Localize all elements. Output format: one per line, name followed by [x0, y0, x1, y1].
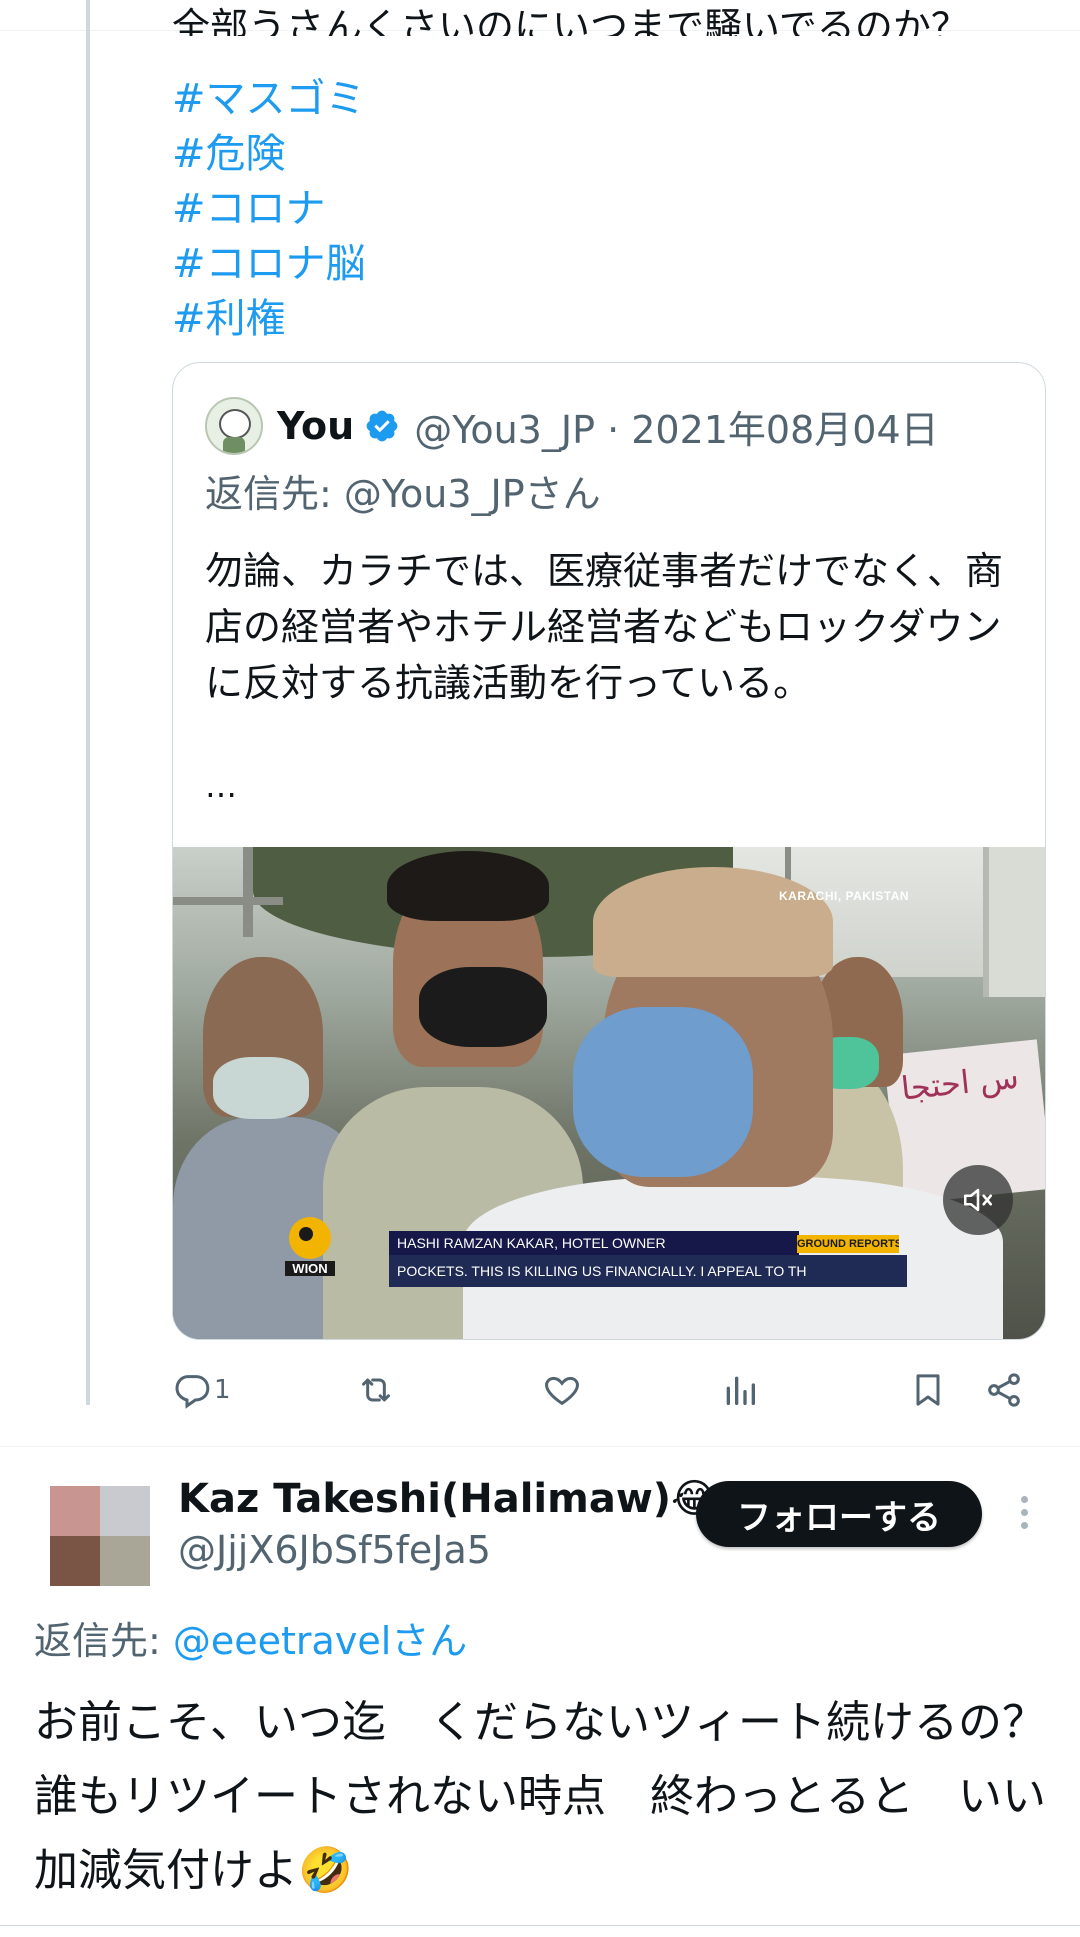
quoted-author-name[interactable]: You: [277, 404, 354, 448]
face-mask: [419, 967, 547, 1047]
person-hair: [387, 851, 549, 921]
analytics-icon: [726, 1376, 755, 1405]
video-player[interactable]: س احتجا KARACHI, PAKISTAN WION HASHI RAM…: [173, 847, 1045, 1339]
more-options-icon[interactable]: [1018, 1496, 1030, 1536]
reply-to-prefix: 返信先:: [34, 1619, 173, 1663]
reply-icon: [175, 1375, 210, 1409]
retweet-button[interactable]: [356, 1362, 396, 1418]
channel-logo: WION: [285, 1217, 335, 1279]
video-building: [983, 847, 1045, 997]
avatar-tile: [100, 1486, 150, 1536]
verified-badge-icon: [364, 408, 400, 444]
like-button[interactable]: [542, 1362, 582, 1418]
reply-author-handle[interactable]: @JjjX6JbSf5feJa5: [178, 1528, 491, 1572]
lower-third-quote: POCKETS. THIS IS KILLING US FINANCIALLY.…: [389, 1255, 907, 1287]
heart-icon: [545, 1376, 579, 1406]
reply-button[interactable]: 1: [172, 1362, 231, 1418]
video-pole: [243, 847, 253, 937]
avatar[interactable]: [50, 1486, 150, 1586]
hashtag-link[interactable]: #利権: [172, 292, 366, 347]
retweet-icon: [362, 1378, 390, 1402]
logo-circle-icon: [289, 1217, 331, 1259]
share-icon: [988, 1373, 1020, 1407]
quoted-more-ellipsis: …: [205, 767, 237, 805]
hashtag-list: #マスゴミ #危険 #コロナ #コロナ脳 #利権: [172, 72, 366, 347]
quoted-tweet-card[interactable]: You @You3_JP · 2021年08月04日 返信先: @You3_JP…: [172, 362, 1046, 1340]
follow-button[interactable]: フォローする: [696, 1481, 982, 1547]
reply-tweet-body: お前こそ、いつ迄 くだらないツィート続けるの？誰もリツイートされない時点 終わっ…: [34, 1697, 1046, 1896]
avatar[interactable]: [205, 397, 263, 455]
video-location-label: KARACHI, PAKISTAN: [779, 889, 910, 903]
mute-button[interactable]: [943, 1165, 1013, 1235]
face-mask: [213, 1057, 309, 1119]
quoted-tweet-header: You @You3_JP · 2021年08月04日: [205, 397, 939, 455]
reply-count: 1: [214, 1375, 231, 1405]
thread-line: [86, 0, 90, 1405]
quoted-reply-to: 返信先: @You3_JPさん: [205, 472, 601, 516]
banner-text: س احتجا: [899, 1057, 1021, 1108]
tweet-divider: [0, 1446, 1080, 1447]
reply-author-name[interactable]: Kaz Takeshi(Halimaw)😂: [178, 1476, 718, 1522]
avatar-tile: [100, 1536, 150, 1586]
hashtag-link[interactable]: #コロナ: [172, 182, 366, 237]
avatar-tile: [50, 1486, 100, 1536]
logo-text: WION: [285, 1261, 335, 1276]
lower-third-tag: GROUND REPORTS: [797, 1235, 899, 1253]
bookmark-icon: [916, 1374, 940, 1406]
quoted-handle-date: @You3_JP · 2021年08月04日: [414, 407, 939, 452]
tweet-text-fragment: 全部うさんくさいのにいつまで騒いでるのか？: [172, 5, 969, 36]
face-mask: [573, 1007, 753, 1177]
reply-to-line: 返信先: @eeetravelさん: [34, 1610, 467, 1665]
lower-third-name: HASHI RAMZAN KAKAR, HOTEL OWNER: [389, 1231, 799, 1255]
tweet-action-bar: 1: [172, 1362, 1032, 1418]
video-pole: [173, 897, 283, 905]
quoted-tweet-body: 勿論、カラチでは、医療従事者だけでなく、商店の経営者やホテル経営者などもロックダ…: [205, 549, 1004, 705]
hashtag-link[interactable]: #コロナ脳: [172, 237, 366, 292]
person-cap: [593, 867, 833, 977]
hashtag-link[interactable]: #マスゴミ: [172, 72, 366, 127]
bottom-divider: [0, 1925, 1080, 1926]
bookmark-button[interactable]: [908, 1362, 948, 1418]
speaker-muted-icon: [963, 1188, 993, 1212]
views-button[interactable]: [720, 1362, 760, 1418]
hashtag-link[interactable]: #危険: [172, 127, 366, 182]
avatar-tile: [50, 1536, 100, 1586]
lower-third: HASHI RAMZAN KAKAR, HOTEL OWNER GROUND R…: [389, 1231, 907, 1293]
share-button[interactable]: [984, 1362, 1024, 1418]
reply-to-mention[interactable]: @eeetravelさん: [173, 1619, 467, 1663]
